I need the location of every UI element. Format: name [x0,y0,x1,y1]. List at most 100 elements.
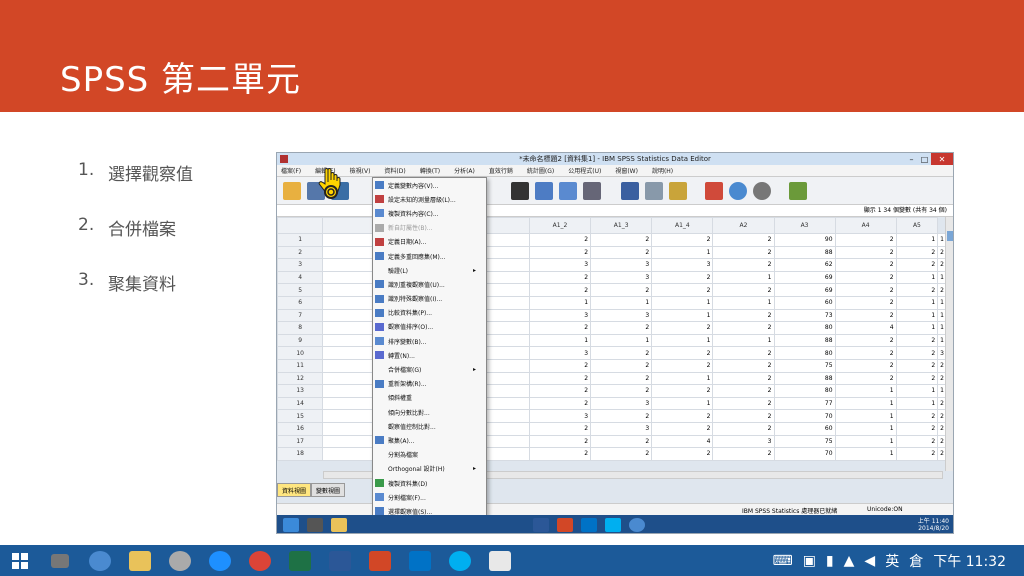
data-cell[interactable]: 1 [528,333,592,348]
taskbar-app[interactable] [440,545,480,576]
data-cell[interactable]: 1 [712,333,775,348]
data-cell[interactable]: 2 [651,447,714,461]
data-cell[interactable]: 1 [651,308,714,323]
data-cell[interactable]: 3 [651,258,714,272]
data-cell[interactable]: 1 [895,384,939,398]
data-cell[interactable]: 2 [651,358,714,373]
data-cell[interactable]: 2 [712,421,775,436]
data-cell[interactable]: 2 [834,295,897,310]
data-cell[interactable]: 80 [773,384,836,398]
data-cell[interactable]: 2 [834,346,897,360]
data-cell[interactable]: 2 [528,321,592,335]
spell-check-icon[interactable] [789,181,807,200]
row-number[interactable]: 12 [277,371,324,386]
data-cell[interactable]: 2 [590,371,653,386]
data-menu-item[interactable]: 傾向分數比對... [373,405,486,419]
taskbar-app[interactable] [320,545,360,576]
close-icon[interactable]: ✕ [931,153,953,165]
tab-variable-view[interactable]: 變數視圖 [311,483,346,497]
data-cell[interactable]: 75 [773,434,836,449]
data-cell[interactable]: 80 [773,346,836,360]
data-cell[interactable]: 69 [773,283,836,297]
data-cell[interactable]: 2 [590,283,653,297]
data-cell[interactable]: 88 [773,333,836,348]
data-cell[interactable]: 2 [712,409,775,423]
data-menu-item[interactable]: 複製資料集(D) [373,476,486,490]
data-cell[interactable]: 2 [590,321,653,335]
data-cell[interactable]: 2 [590,245,653,260]
data-cell[interactable]: 88 [773,371,836,386]
spss-taskbar-icon[interactable] [629,518,645,532]
data-cell[interactable]: 2 [895,346,939,360]
find-icon[interactable] [511,181,529,200]
data-cell[interactable]: 75 [773,358,836,373]
data-cell[interactable]: 2 [712,396,775,411]
data-cell[interactable]: 2 [712,384,775,398]
taskbar-app[interactable] [280,545,320,576]
data-menu-item[interactable]: 定義變數內容(V)... [373,178,486,192]
row-number[interactable]: 1 [277,233,324,247]
data-cell[interactable]: 2 [895,245,939,260]
data-cell[interactable]: 90 [773,233,836,247]
tab-data-view[interactable]: 資料視圖 [277,483,312,497]
circle-icon[interactable] [753,181,771,200]
column-header[interactable]: A5 [895,217,939,234]
word-icon[interactable] [533,518,549,532]
data-cell[interactable]: 2 [895,421,939,436]
data-cell[interactable]: 3 [590,258,653,272]
data-cell[interactable]: 1 [834,421,897,436]
data-cell[interactable]: 60 [773,421,836,436]
data-cell[interactable]: 3 [528,346,592,360]
data-menu-item[interactable]: Orthogonal 設計(H) ▸ [373,462,486,476]
data-cell[interactable]: 4 [834,321,897,335]
data-cell[interactable]: 2 [895,447,939,461]
menu-item[interactable]: 視窗(W) [615,166,638,175]
row-number[interactable]: 9 [277,333,324,348]
table-icon[interactable] [621,181,639,200]
data-cell[interactable]: 2 [712,283,775,297]
data-cell[interactable]: 2 [528,421,592,436]
data-cell[interactable]: 3 [528,409,592,423]
data-cell[interactable]: 70 [773,447,836,461]
data-menu-item[interactable]: 定義多重回應集(M)... [373,249,486,263]
data-menu-item[interactable]: 分割為檔案 [373,448,486,462]
menu-item[interactable]: 檔案(F) [281,166,301,175]
data-cell[interactable]: 2 [651,283,714,297]
data-cell[interactable]: 2 [590,447,653,461]
keyboard-icon[interactable]: ⌨ [772,553,792,569]
menu-item[interactable]: 資料(D) [384,166,405,175]
data-cell[interactable]: 1 [895,270,939,285]
signal-icon[interactable]: ▲ [844,553,855,569]
data-cell[interactable]: 2 [895,371,939,386]
data-menu-item[interactable]: 比較資料集(P)... [373,306,486,320]
data-menu-item[interactable]: 定義日期(A)... [373,235,486,249]
data-cell[interactable]: 2 [712,346,775,360]
data-cell[interactable]: 2 [712,245,775,260]
data-cell[interactable]: 1 [834,396,897,411]
data-cell[interactable]: 73 [773,308,836,323]
data-menu-item[interactable]: 觀察值排序(O)... [373,320,486,334]
data-cell[interactable]: 2 [590,409,653,423]
weight-icon[interactable] [645,181,663,200]
row-number[interactable]: 3 [277,258,324,272]
minimize-icon[interactable]: – [905,153,918,165]
data-cell[interactable]: 3 [712,434,775,449]
data-cell[interactable]: 3 [590,396,653,411]
data-cell[interactable]: 2 [834,358,897,373]
row-number[interactable]: 11 [277,358,324,373]
data-cell[interactable]: 2 [712,258,775,272]
data-cell[interactable]: 2 [651,346,714,360]
column-header[interactable]: A2 [712,217,775,234]
data-menu-item[interactable]: 傾斜權重 [373,391,486,405]
menu-item[interactable]: 檢視(V) [350,166,371,175]
data-cell[interactable]: 3 [528,258,592,272]
row-number[interactable]: 4 [277,270,324,285]
data-cell[interactable]: 1 [895,233,939,247]
data-cell[interactable]: 62 [773,258,836,272]
data-cell[interactable]: 1 [712,295,775,310]
vertical-scrollbar[interactable] [945,217,953,471]
data-cell[interactable]: 2 [590,233,653,247]
data-cell[interactable]: 2 [895,358,939,373]
taskbar-app[interactable] [120,545,160,576]
row-number[interactable]: 15 [277,409,324,423]
